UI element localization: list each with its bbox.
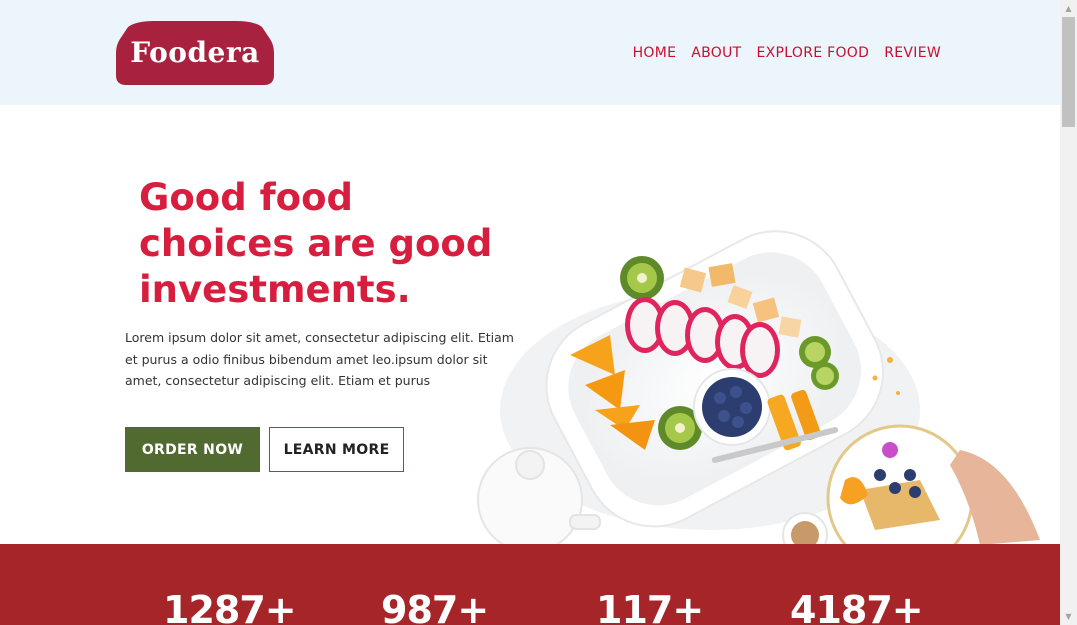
learn-more-button[interactable]: LEARN MORE <box>269 427 404 472</box>
scrollbar-thumb[interactable] <box>1062 17 1075 127</box>
stat-value-4: 4187+ <box>790 588 924 625</box>
hero-food-image <box>420 120 1060 572</box>
order-now-button[interactable]: ORDER NOW <box>125 427 260 472</box>
main-nav: HOME ABOUT EXPLORE FOOD REVIEW <box>633 45 941 61</box>
scroll-up-arrow-icon[interactable]: ▲ <box>1060 0 1077 17</box>
stats-band: 1287+ 987+ 117+ 4187+ <box>0 544 1060 625</box>
page-scrollbar[interactable]: ▲ ▼ <box>1060 0 1077 625</box>
stat-value-3: 117+ <box>596 588 704 625</box>
stat-value-2: 987+ <box>381 588 489 625</box>
nav-review[interactable]: REVIEW <box>884 45 941 61</box>
brand-logo[interactable]: Foodera <box>114 19 276 86</box>
site-header: Foodera HOME ABOUT EXPLORE FOOD REVIEW <box>0 0 1060 105</box>
stat-value-1: 1287+ <box>163 588 297 625</box>
nav-about[interactable]: ABOUT <box>691 45 741 61</box>
scroll-down-arrow-icon[interactable]: ▼ <box>1060 608 1077 625</box>
logo-text: Foodera <box>130 36 260 69</box>
nav-explore-food[interactable]: EXPLORE FOOD <box>757 45 870 61</box>
nav-home[interactable]: HOME <box>633 45 677 61</box>
